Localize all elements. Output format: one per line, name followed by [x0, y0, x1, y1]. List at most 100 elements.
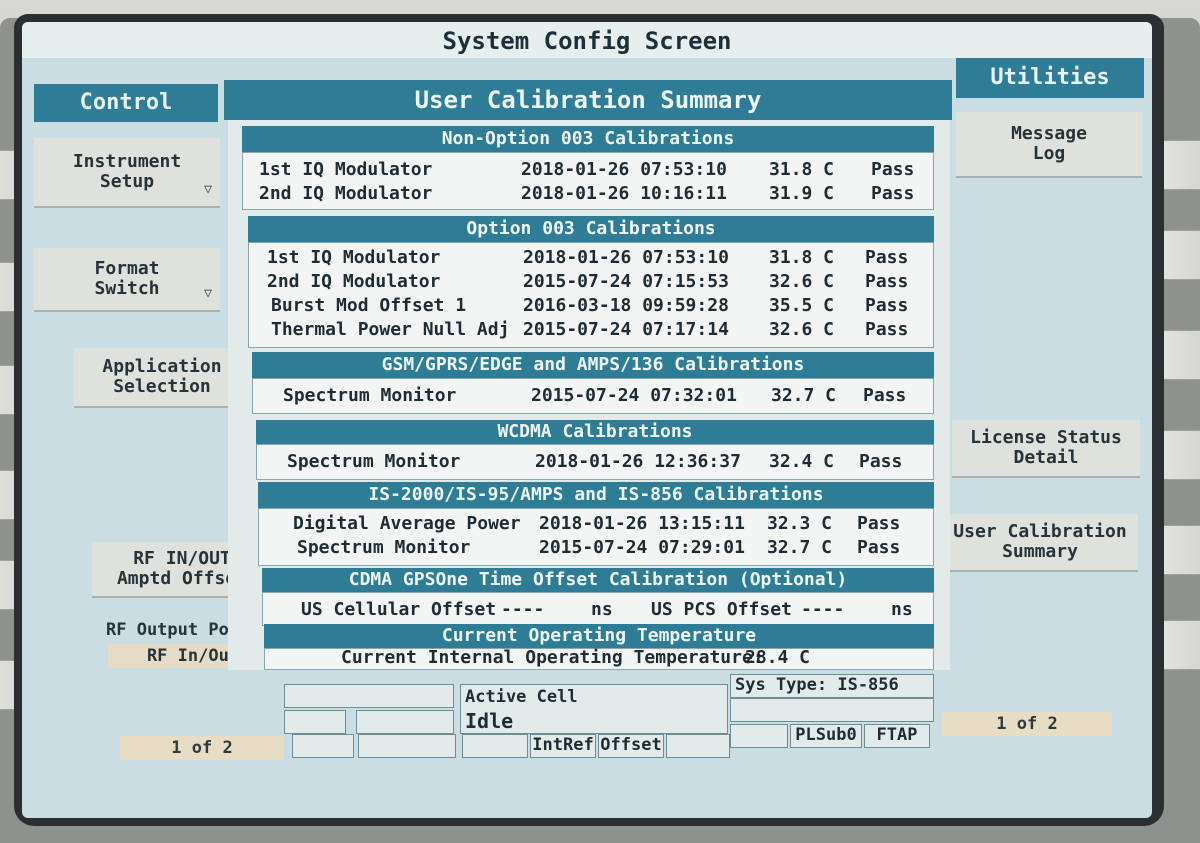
cal-datetime: 2018-01-26 10:16:11	[521, 183, 727, 204]
status-cell	[666, 734, 730, 758]
section-title: Option 003 Calibrations	[248, 216, 934, 242]
summary-body: Non-Option 003 Calibrations 1st IQ Modul…	[228, 120, 950, 670]
cal-name: 2nd IQ Modulator	[267, 271, 441, 292]
cal-temp: 31.9 C	[769, 183, 835, 204]
section-title: IS-2000/IS-95/AMPS and IS-856 Calibratio…	[258, 482, 934, 508]
section-title: CDMA GPSOne Time Offset Calibration (Opt…	[262, 568, 934, 592]
offset-indicator: Offset	[598, 734, 664, 758]
calibration-row: 1st IQ Modulator 2018-01-26 07:53:10 31.…	[259, 159, 929, 181]
operating-temp-label: Current Internal Operating Temperature:	[341, 647, 764, 668]
status-cell	[358, 734, 456, 758]
calibration-row: Spectrum Monitor 2015-07-24 07:32:01 32.…	[283, 385, 923, 407]
cdma-offset-row: US Cellular Offset ---- ns US PCS Offset…	[301, 599, 925, 621]
softkey-label: Instrument	[72, 151, 182, 172]
softkey-label: RF IN/OUT	[133, 548, 231, 569]
status-cell	[730, 724, 788, 748]
softkey-label: Summary	[1002, 541, 1078, 562]
format-switch-softkey[interactable]: Format Switch ▽	[34, 248, 220, 312]
cal-temp: 32.7 C	[771, 385, 837, 406]
user-calibration-summary-softkey[interactable]: User Calibration Summary	[942, 514, 1138, 572]
cal-result: Pass	[857, 513, 901, 534]
ftap-indicator: FTAP	[864, 724, 930, 748]
cal-temp: 31.8 C	[769, 159, 835, 180]
calibration-row: 2nd IQ Modulator 2018-01-26 10:16:11 31.…	[259, 183, 929, 205]
cal-datetime: 2018-01-26 13:15:11	[539, 513, 745, 534]
cal-temp: 32.4 C	[769, 451, 835, 472]
section-title: GSM/GPRS/EDGE and AMPS/136 Calibrations	[252, 352, 934, 378]
operating-temp-value: 28.4 C	[745, 647, 811, 668]
softkey-label: Format	[94, 258, 160, 279]
status-cell	[730, 698, 934, 722]
cal-datetime: 2015-07-24 07:17:14	[523, 319, 729, 340]
cal-temp: 32.6 C	[769, 319, 835, 340]
display-screen: System Config Screen Control Instrument …	[22, 22, 1152, 818]
cal-datetime: 2018-01-26 07:53:10	[521, 159, 727, 180]
calibration-row: 1st IQ Modulator 2018-01-26 07:53:10 31.…	[267, 247, 927, 269]
cal-name: 1st IQ Modulator	[259, 159, 433, 180]
cal-result: Pass	[865, 271, 909, 292]
application-selection-softkey[interactable]: Application Selection	[74, 348, 250, 408]
calibration-row: 2nd IQ Modulator 2015-07-24 07:15:53 32.…	[267, 271, 927, 293]
sys-type-indicator: Sys Type: IS-856	[730, 674, 934, 698]
operating-temp-box: Current Internal Operating Temperature: …	[264, 647, 934, 670]
cal-temp: 32.6 C	[769, 271, 835, 292]
right-page-indicator: 1 of 2	[942, 712, 1112, 736]
softkey-label: Log	[1032, 143, 1066, 164]
cal-datetime: 2018-01-26 12:36:37	[535, 451, 741, 472]
screen-title: System Config Screen	[22, 22, 1152, 58]
softkey-label: Detail	[1013, 447, 1079, 468]
cal-temp: 32.7 C	[767, 537, 833, 558]
calibration-row: Spectrum Monitor 2018-01-26 12:36:37 32.…	[287, 451, 923, 473]
cal-result: Pass	[871, 183, 915, 204]
us-cellular-offset-unit: ns	[591, 599, 613, 620]
status-grid: Active Cell Idle IntRef Offset Sys Type:…	[284, 670, 934, 758]
section-title: Non-Option 003 Calibrations	[242, 126, 934, 152]
section-title: WCDMA Calibrations	[256, 420, 934, 444]
cal-temp: 32.3 C	[767, 513, 833, 534]
operating-temp-row: Current Internal Operating Temperature: …	[341, 647, 921, 669]
cal-result: Pass	[865, 295, 909, 316]
control-panel-title: Control	[34, 84, 218, 122]
cal-name: Thermal Power Null Adj	[271, 319, 510, 340]
calibration-row: Digital Average Power 2018-01-26 13:15:1…	[293, 513, 923, 535]
cal-result: Pass	[871, 159, 915, 180]
section-box: Spectrum Monitor 2015-07-24 07:32:01 32.…	[252, 378, 934, 414]
instrument-setup-softkey[interactable]: Instrument Setup ▽	[34, 138, 220, 208]
status-cell	[292, 734, 354, 758]
status-cell	[284, 684, 454, 708]
cal-temp: 35.5 C	[769, 295, 835, 316]
cal-result: Pass	[865, 247, 909, 268]
utilities-panel-title: Utilities	[956, 58, 1144, 98]
cal-temp: 31.8 C	[769, 247, 835, 268]
cal-datetime: 2016-03-18 09:59:28	[523, 295, 729, 316]
cal-result: Pass	[859, 451, 903, 472]
section-box: 1st IQ Modulator 2018-01-26 07:53:10 31.…	[242, 152, 934, 210]
cal-name: Digital Average Power	[293, 513, 521, 534]
plsub0-indicator: PLSub0	[790, 724, 862, 748]
active-cell-box: Active Cell Idle	[460, 684, 728, 734]
intref-indicator: IntRef	[530, 734, 596, 758]
summary-title: User Calibration Summary	[224, 80, 952, 120]
submenu-arrow-icon: ▽	[204, 182, 212, 197]
cal-name: Spectrum Monitor	[287, 451, 461, 472]
us-pcs-offset-label: US PCS Offset	[651, 599, 792, 620]
us-pcs-offset-unit: ns	[891, 599, 913, 620]
softkey-label: Selection	[113, 376, 211, 397]
section-box: Spectrum Monitor 2018-01-26 12:36:37 32.…	[256, 444, 934, 480]
calibration-row: Spectrum Monitor 2015-07-24 07:29:01 32.…	[297, 537, 923, 559]
cal-datetime: 2018-01-26 07:53:10	[523, 247, 729, 268]
license-status-detail-softkey[interactable]: License Status Detail	[952, 420, 1140, 478]
us-cellular-offset-value: ----	[501, 599, 545, 620]
cal-name: Spectrum Monitor	[297, 537, 471, 558]
active-cell-value: Idle	[465, 709, 514, 733]
submenu-arrow-icon: ▽	[204, 286, 212, 301]
message-log-softkey[interactable]: Message Log	[956, 112, 1142, 178]
cal-result: Pass	[857, 537, 901, 558]
calibration-row: Thermal Power Null Adj 2015-07-24 07:17:…	[271, 319, 927, 341]
softkey-label: Application	[102, 356, 222, 377]
section-box: Digital Average Power 2018-01-26 13:15:1…	[258, 508, 934, 566]
section-title: Current Operating Temperature	[264, 624, 934, 648]
cal-datetime: 2015-07-24 07:32:01	[531, 385, 737, 406]
softkey-label: Switch	[94, 278, 160, 299]
calibration-row: Burst Mod Offset 1 2016-03-18 09:59:28 3…	[271, 295, 927, 317]
